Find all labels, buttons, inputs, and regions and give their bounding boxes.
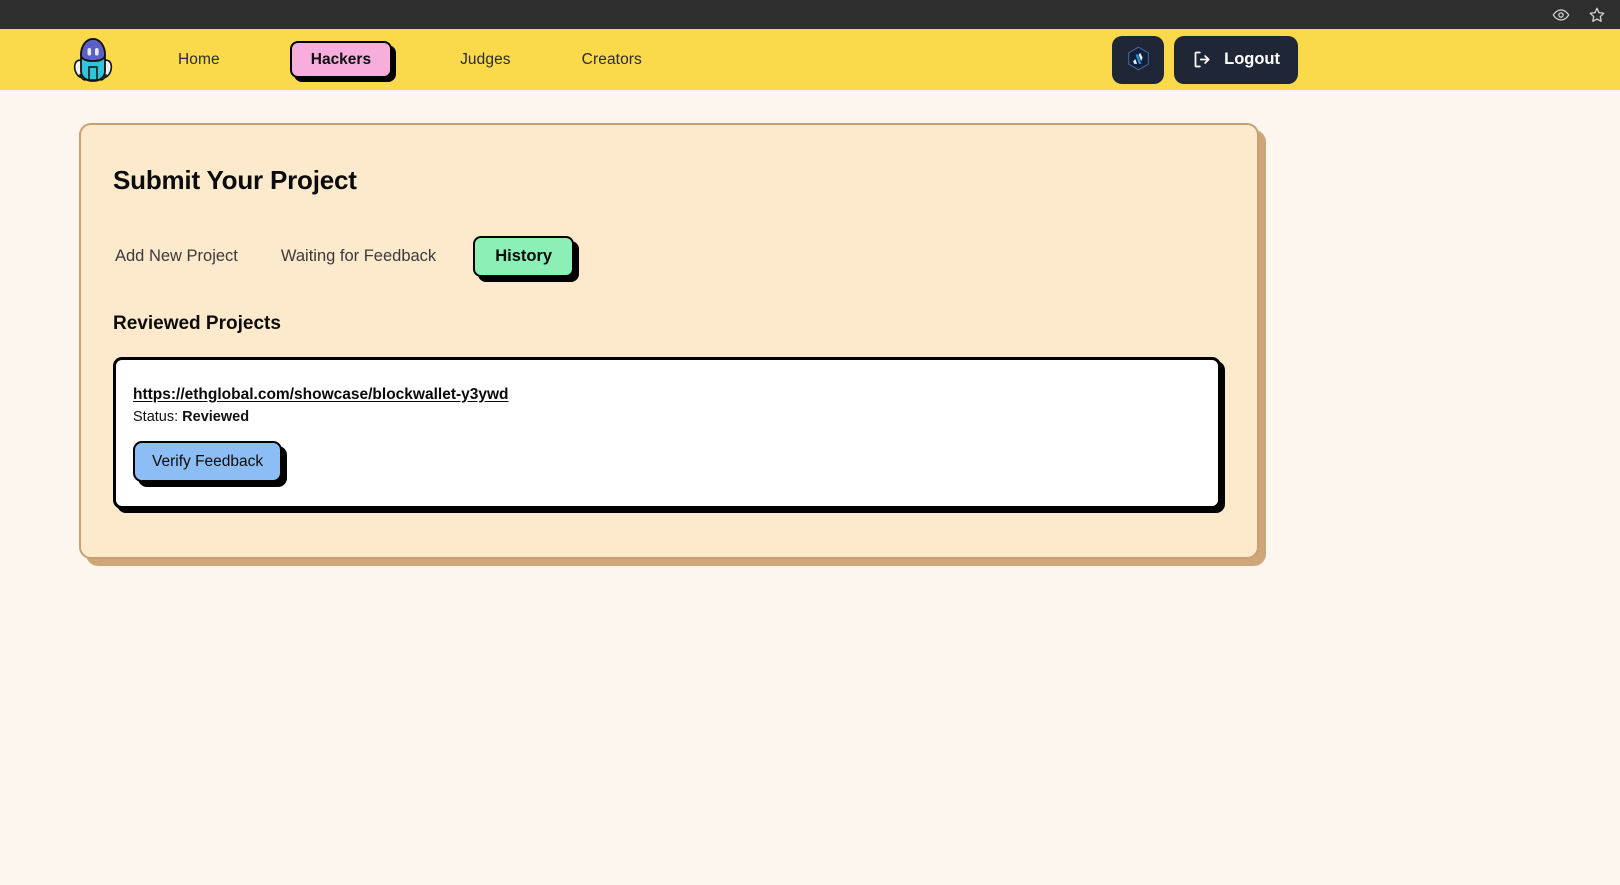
submit-project-panel: Submit Your Project Add New Project Wait… [79,123,1259,559]
page-title: Submit Your Project [113,165,357,195]
tab-waiting-for-feedback[interactable]: Waiting for Feedback [279,239,438,274]
browser-top-bar [0,0,1620,29]
logout-button[interactable]: Logout [1174,35,1298,84]
verify-feedback-button[interactable]: Verify Feedback [133,440,283,482]
project-url-link[interactable]: https://ethglobal.com/showcase/blockwall… [133,386,509,404]
logout-icon [1192,49,1213,70]
reviewed-projects-heading: Reviewed Projects [113,312,281,334]
tab-history[interactable]: History [473,236,575,277]
main-navbar: Home Hackers Judges Creators Logout [0,29,1620,90]
logout-label: Logout [1224,50,1280,68]
tab-add-new-project[interactable]: Add New Project [113,239,240,274]
star-icon[interactable] [1588,6,1606,24]
chain-selector-button[interactable] [1112,35,1165,84]
project-status: Status: Reviewed [133,409,1194,425]
rocket-logo[interactable] [72,37,114,83]
page-content: Submit Your Project Add New Project Wait… [0,90,1620,559]
nav-link-hackers[interactable]: Hackers [289,40,393,79]
nav-links: Home Hackers Judges Creators [174,40,646,79]
eye-icon[interactable] [1552,6,1570,24]
status-label: Status: [133,408,179,425]
project-card: https://ethglobal.com/showcase/blockwall… [113,356,1221,509]
nav-link-judges[interactable]: Judges [456,45,515,75]
status-badge: Reviewed [182,408,250,425]
arbitrum-icon [1125,45,1152,75]
nav-link-creators[interactable]: Creators [578,45,646,75]
nav-actions: Logout [1112,35,1598,84]
nav-link-home[interactable]: Home [174,45,224,75]
project-tabs: Add New Project Waiting for Feedback His… [113,236,1223,277]
